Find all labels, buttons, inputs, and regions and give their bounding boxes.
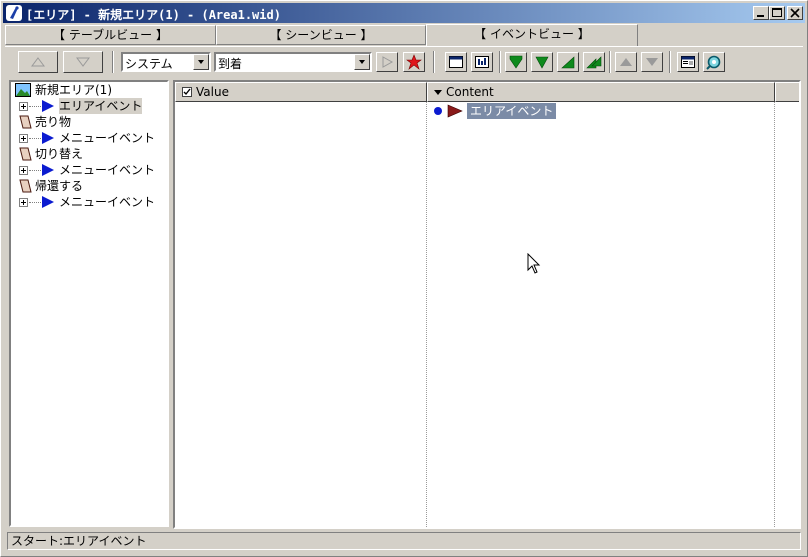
value-header-label: Value [196,85,229,99]
tree-item-label: 帰還する [35,179,84,193]
expand-icon[interactable] [19,134,28,143]
tree-item[interactable]: メニューイベント [15,194,165,210]
close-button[interactable] [787,6,803,20]
expand-icon[interactable] [19,198,28,207]
content-header-label: Content [446,85,494,99]
triangle-up-outline-icon [31,57,45,67]
status-bar: スタート:エリアイベント [7,532,801,550]
bullet-dot-icon [434,107,442,115]
tree-root-label: 新規エリア(1) [35,83,112,97]
green-double-triangle-icon [586,56,602,69]
system-combo-value: システム [125,57,173,71]
message-window-icon [475,56,489,68]
event-tree[interactable]: 新規エリア(1) エリアイベント 売り物 メニューイベント 切り替え メニューイ… [9,80,169,527]
close-icon [790,8,800,18]
triangle-up-icon [620,58,632,66]
move-up-button[interactable] [18,51,58,73]
search-button[interactable] [703,52,725,72]
stop-button[interactable] [403,52,425,72]
green-flag-icon [509,55,523,69]
card-item-icon [19,179,32,193]
triangle-down-icon [646,58,658,66]
value-column-header[interactable]: Value [175,82,427,102]
application-window: [エリア] - 新規エリア(1) - (Area1.wid) 【 テーブルビュー… [0,0,808,557]
message-button[interactable] [471,52,493,72]
tab-table-view[interactable]: 【 テーブルビュー 】 [5,25,216,45]
card-button[interactable] [677,52,699,72]
tree-item-label: 売り物 [35,115,72,129]
toolbar-separator [669,51,671,73]
branch-event-button[interactable] [557,52,579,72]
area-image-icon [15,83,31,97]
content-item-label: エリアイベント [467,103,557,119]
tab-scene-view[interactable]: 【 シーンビュー 】 [216,25,426,45]
expand-icon[interactable] [19,166,28,175]
toolbar-separator [609,51,611,73]
red-star-icon [406,54,422,70]
mouse-cursor-icon [527,253,541,274]
window-view-button[interactable] [445,52,467,72]
card-item-icon [19,147,32,161]
tree-item[interactable]: メニューイベント [15,162,165,178]
toolbar-separator [433,51,435,73]
triangle-down-outline-icon [76,57,90,67]
chevron-down-icon[interactable] [354,54,370,70]
column-divider [426,102,428,527]
scroll-up-button[interactable] [615,52,637,72]
green-down-triangle-icon [535,56,549,69]
card-item-icon [19,115,32,129]
scroll-down-button[interactable] [641,52,663,72]
add-event-button[interactable] [505,52,527,72]
multi-branch-button[interactable] [583,52,605,72]
content-column-header[interactable]: Content [427,82,775,102]
play-button[interactable] [376,52,398,72]
chevron-down-icon[interactable] [193,54,209,70]
tree-item-label: メニューイベント [59,131,156,145]
toolbar-separator [499,51,501,73]
insert-event-button[interactable] [531,52,553,72]
trigger-combo-value: 到着 [218,57,243,71]
card-icon [681,56,695,68]
minimize-icon [757,15,764,17]
event-flag-icon [42,196,54,208]
tree-item[interactable]: 売り物 [15,114,165,130]
app-icon[interactable] [6,5,22,21]
toolbar: システム 到着 [5,46,803,77]
trigger-combo[interactable]: 到着 [214,52,372,72]
event-flag-icon [447,104,463,118]
tree-root[interactable]: 新規エリア(1) [15,82,165,98]
tree-item[interactable]: メニューイベント [15,130,165,146]
expand-icon[interactable] [19,102,28,111]
event-flag-icon [42,164,54,176]
window-title: [エリア] - 新規エリア(1) - (Area1.wid) [26,8,281,22]
minimize-button[interactable] [753,6,769,20]
tab-event-view[interactable]: 【 イベントビュー 】 [426,24,638,46]
magnifier-icon [706,55,721,70]
play-outline-icon [382,56,394,68]
checkbox-checked-icon[interactable] [182,87,192,97]
window-icon [449,56,463,68]
maximize-button[interactable] [769,6,785,20]
view-tabs: 【 テーブルビュー 】 【 シーンビュー 】 【 イベントビュー 】 [5,24,803,46]
green-right-triangle-icon [561,56,575,69]
event-flag-icon [42,100,54,112]
tree-item-label: エリアイベント [59,98,143,114]
tree-item[interactable]: 切り替え [15,146,165,162]
maximize-icon [772,8,782,17]
column-divider [774,102,776,527]
tree-item[interactable]: エリアイベント [15,98,165,114]
toolbar-separator [112,51,114,73]
tree-item[interactable]: 帰還する [15,178,165,194]
system-combo[interactable]: システム [121,52,211,72]
sort-down-icon[interactable] [433,87,443,97]
tree-item-label: メニューイベント [59,195,156,209]
tree-item-label: 切り替え [35,147,84,161]
column-header-filler [775,82,799,102]
title-bar[interactable]: [エリア] - 新規エリア(1) - (Area1.wid) [3,3,805,23]
event-content-pane[interactable]: Value Content エリアイベント [173,80,801,529]
event-flag-icon [42,132,54,144]
move-down-button[interactable] [63,51,103,73]
tree-item-label: メニューイベント [59,163,156,177]
